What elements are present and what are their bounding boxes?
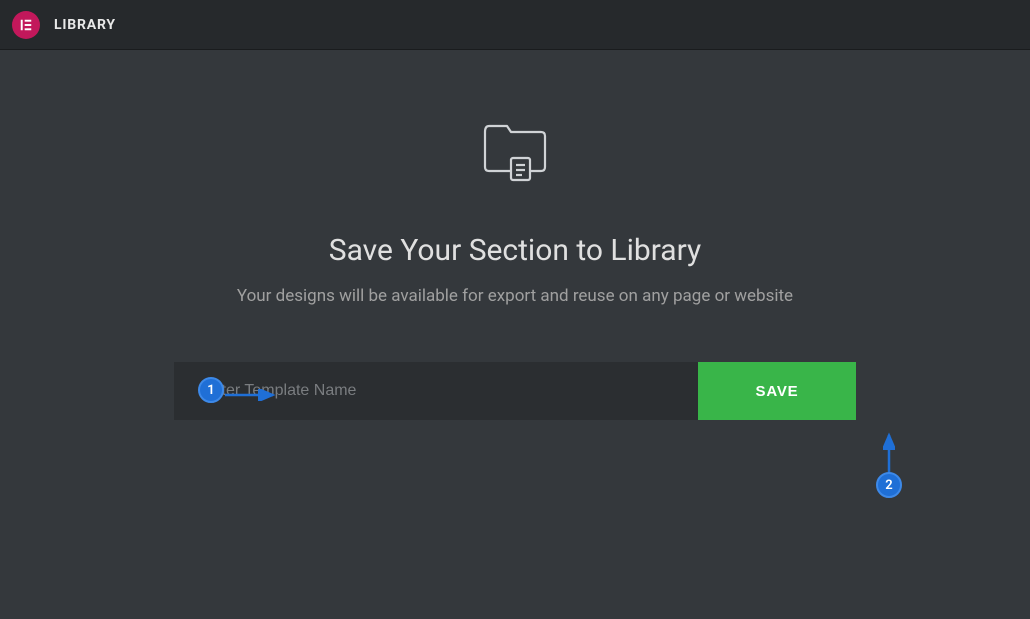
header-bar: LIBRARY (0, 0, 1030, 50)
save-button[interactable]: SAVE (698, 362, 856, 420)
annotation-arrow-1-icon (225, 389, 283, 401)
library-folder-icon (481, 122, 549, 188)
annotation-marker-1: 1 (198, 377, 224, 403)
annotation-marker-2: 2 (876, 472, 902, 498)
main-title: Save Your Section to Library (329, 233, 701, 268)
annotation-arrow-2-icon (883, 429, 895, 477)
main-content: Save Your Section to Library Your design… (0, 50, 1030, 420)
elementor-logo-icon (12, 11, 40, 39)
subtitle-text: Your designs will be available for expor… (237, 286, 793, 306)
header-title: LIBRARY (54, 17, 116, 33)
